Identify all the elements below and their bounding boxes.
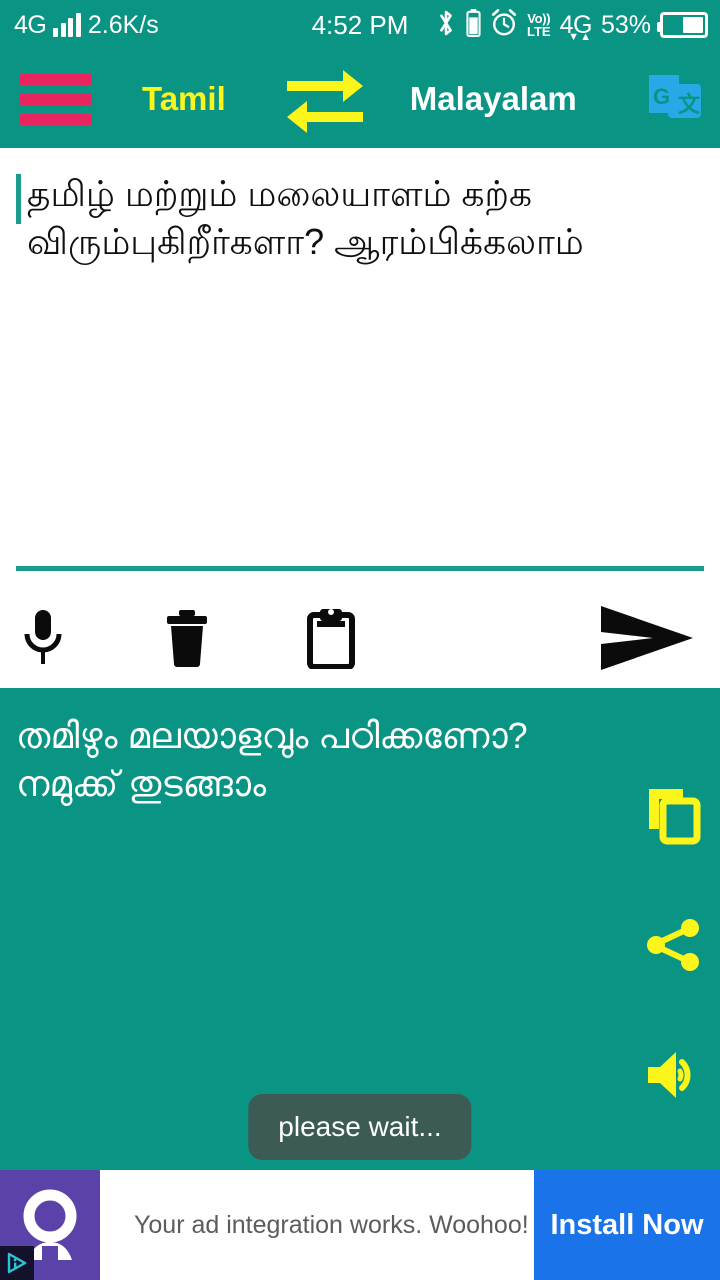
target-language-button[interactable]: Malayalam	[410, 80, 577, 118]
clipboard-icon[interactable]	[290, 597, 372, 679]
source-input-text[interactable]: தமிழ் மற்றும் மலையாளம் கற்க விரும்புகிறீ…	[16, 170, 704, 265]
signal-bars-icon	[53, 13, 81, 37]
speaker-icon[interactable]	[634, 1036, 712, 1114]
hamburger-menu-icon[interactable]	[20, 69, 92, 129]
battery-icon	[657, 12, 708, 38]
volte-line-2: LTE	[527, 24, 551, 39]
advertiser-avatar-icon	[0, 1170, 100, 1280]
data-speed-label: 2.6K/s	[87, 10, 159, 39]
adchoices-icon[interactable]	[0, 1246, 34, 1280]
copy-icon[interactable]	[634, 776, 712, 854]
network-4g-icon: 4G ▼ ▲	[560, 11, 593, 43]
toast-message: please wait...	[248, 1094, 472, 1160]
microphone-icon[interactable]	[2, 597, 84, 679]
translated-text: തമിഴും മലയാളവും പഠിക്കണോ? നമുക്ക് തുടങ്ങ…	[16, 715, 528, 804]
status-bar-left: 4G 2.6K/s	[0, 11, 159, 40]
source-language-button[interactable]: Tamil	[142, 80, 226, 118]
app-bar: Tamil Malayalam G 文	[0, 50, 720, 148]
install-now-button[interactable]: Install Now	[534, 1170, 720, 1280]
data-up-arrow: ▲	[580, 30, 591, 43]
ad-text: Your ad integration works. Woohoo!	[134, 1210, 529, 1239]
battery-fill	[682, 17, 703, 33]
app-root: 4G 2.6K/s 4:52 PM Vo)) LTE 4G ▼ ▲ 53% Ta…	[0, 0, 720, 1280]
swap-languages-icon[interactable]	[282, 63, 368, 135]
svg-text:G: G	[653, 84, 670, 109]
input-toolbar	[0, 585, 720, 690]
ad-body: Your ad integration works. Woohoo!	[100, 1170, 534, 1280]
hamburger-bar	[20, 93, 92, 105]
source-input-wrapper: தமிழ் மற்றும் மலையாளம் கற்க விரும்புகிறீ…	[16, 170, 704, 265]
status-bar-right: Vo)) LTE 4G ▼ ▲ 53%	[435, 8, 720, 43]
send-icon[interactable]	[592, 597, 702, 679]
status-bar: 4G 2.6K/s 4:52 PM Vo)) LTE 4G ▼ ▲ 53%	[0, 0, 720, 50]
battery-small-icon	[466, 8, 481, 42]
source-text-area[interactable]: தமிழ் மற்றும் மலையாளம் கற்க விரும்புகிறீ…	[0, 148, 720, 568]
ad-banner[interactable]: Your ad integration works. Woohoo! Insta…	[0, 1170, 720, 1280]
text-caret	[16, 174, 21, 224]
alarm-clock-icon	[490, 8, 518, 42]
data-arrows-icon: ▼ ▲	[568, 30, 591, 43]
network-type-label: 4G	[14, 10, 47, 39]
output-actions	[634, 776, 712, 1114]
divider	[16, 566, 704, 571]
trash-icon[interactable]	[146, 597, 228, 679]
data-down-arrow: ▼	[568, 30, 580, 43]
hamburger-bar	[20, 73, 92, 85]
hamburger-bar	[20, 113, 92, 125]
battery-percent-label: 53%	[600, 10, 651, 39]
volte-icon: Vo)) LTE	[527, 12, 551, 38]
share-icon[interactable]	[634, 906, 712, 984]
bluetooth-icon	[435, 8, 457, 43]
svg-text:文: 文	[678, 92, 701, 117]
google-translate-icon[interactable]: G 文	[644, 68, 706, 130]
